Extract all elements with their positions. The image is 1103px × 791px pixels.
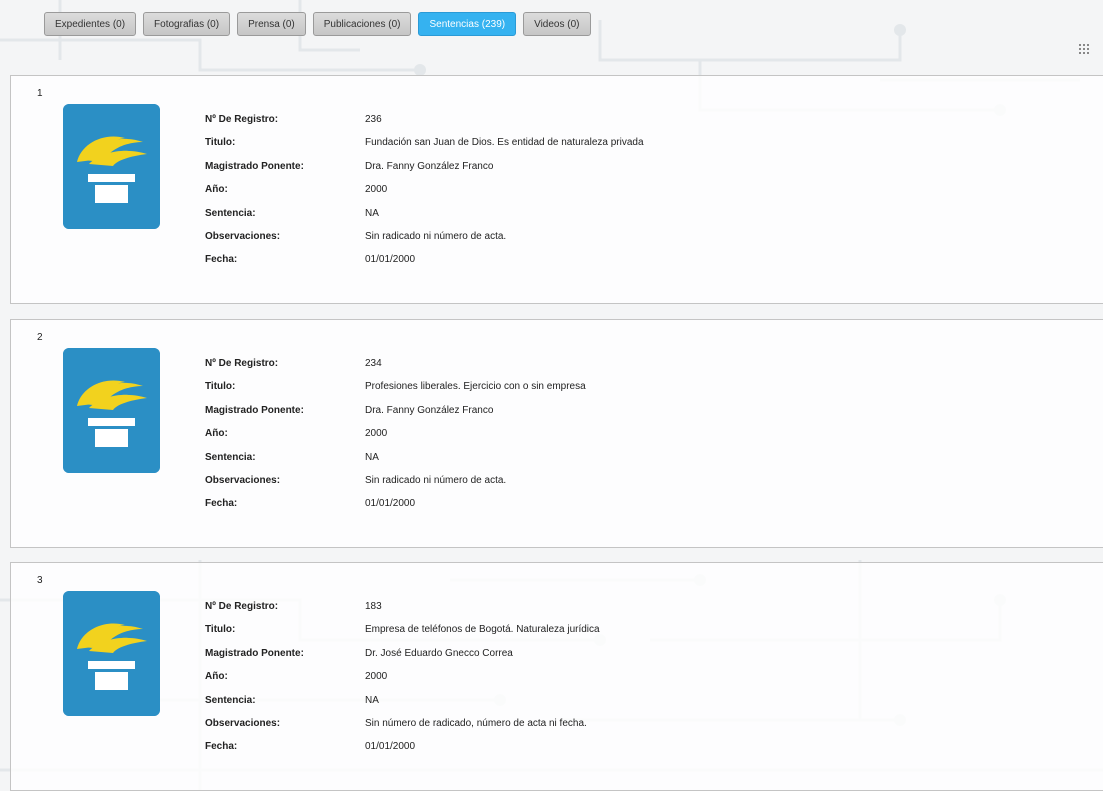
observaciones-value: Sin radicado ni número de acta. — [365, 230, 507, 242]
registro-label: Nº De Registro: — [205, 358, 279, 369]
sentencia-label: Sentencia: — [205, 207, 256, 219]
titulo-label: Titulo: — [205, 381, 236, 393]
fecha-label: Fecha: — [205, 498, 238, 510]
sentencia-label: Sentencia: — [205, 451, 256, 463]
anio-value: 2000 — [365, 428, 388, 440]
category-tabs: Expedientes (0) Fotografias (0) Prensa (… — [44, 12, 591, 36]
anio-value: 2000 — [365, 184, 388, 196]
tab-videos[interactable]: Videos (0) — [523, 12, 591, 36]
result-index: 2 — [37, 332, 43, 343]
observaciones-label: Observaciones: — [205, 474, 281, 486]
registro-value: 183 — [365, 601, 382, 612]
result-card[interactable]: 3 Nº De Registro: 183 Titulo: Empresa de t… — [10, 562, 1103, 791]
grid-view-icon[interactable] — [1079, 44, 1089, 54]
torch-logo-icon — [63, 591, 160, 716]
magistrado-value: Dra. Fanny González Franco — [365, 404, 494, 416]
torch-logo-icon — [63, 348, 160, 473]
anio-label: Año: — [205, 671, 228, 683]
registro-value: 236 — [365, 114, 382, 125]
registro-label: Nº De Registro: — [205, 601, 279, 612]
anio-label: Año: — [205, 184, 228, 196]
titulo-value[interactable]: Profesiones liberales. Ejercicio con o s… — [365, 375, 586, 398]
registro-label: Nº De Registro: — [205, 114, 279, 125]
result-index: 1 — [37, 88, 43, 99]
tab-prensa[interactable]: Prensa (0) — [237, 12, 306, 36]
titulo-label: Titulo: — [205, 137, 236, 149]
result-index: 3 — [37, 575, 43, 586]
fecha-label: Fecha: — [205, 741, 238, 753]
magistrado-value: Dr. José Eduardo Gnecco Correa — [365, 647, 513, 659]
result-card[interactable]: 2 Nº De Registro: 234 Titulo: Profesiones … — [10, 319, 1103, 548]
magistrado-value: Dra. Fanny González Franco — [365, 160, 494, 172]
tab-expedientes[interactable]: Expedientes (0) — [44, 12, 137, 36]
anio-value: 2000 — [365, 671, 388, 683]
titulo-label: Titulo: — [205, 624, 236, 636]
fecha-value: 01/01/2000 — [365, 254, 416, 266]
fecha-value: 01/01/2000 — [365, 498, 416, 510]
tab-publicaciones[interactable]: Publicaciones (0) — [312, 12, 412, 36]
observaciones-label: Observaciones: — [205, 230, 281, 242]
result-fields: Nº De Registro: 234 Titulo: Profesiones li… — [205, 352, 586, 516]
tab-sentencias[interactable]: Sentencias (239) — [418, 12, 517, 36]
titulo-value[interactable]: Empresa de teléfonos de Bogotá. Naturale… — [365, 618, 600, 641]
sentencia-value: NA — [365, 694, 379, 706]
sentencia-value: NA — [365, 451, 379, 463]
fecha-value: 01/01/2000 — [365, 741, 416, 753]
tab-fotografias[interactable]: Fotografias (0) — [143, 12, 231, 36]
sentencia-value: NA — [365, 207, 379, 219]
anio-label: Año: — [205, 428, 228, 440]
titulo-value[interactable]: Fundación san Juan de Dios. Es entidad d… — [365, 131, 644, 154]
magistrado-label: Magistrado Ponente: — [205, 647, 304, 659]
magistrado-label: Magistrado Ponente: — [205, 160, 304, 172]
fecha-label: Fecha: — [205, 254, 238, 266]
registro-value: 234 — [365, 358, 382, 369]
observaciones-value: Sin número de radicado, número de acta n… — [365, 717, 587, 729]
result-fields: Nº De Registro: 236 Titulo: Fundación san … — [205, 108, 644, 272]
observaciones-label: Observaciones: — [205, 717, 281, 729]
torch-logo-icon — [63, 104, 160, 229]
observaciones-value: Sin radicado ni número de acta. — [365, 474, 507, 486]
magistrado-label: Magistrado Ponente: — [205, 404, 304, 416]
result-fields: Nº De Registro: 183 Titulo: Empresa de tel… — [205, 595, 600, 759]
result-card[interactable]: 1 Nº De Registro: 236 Titulo: Fundación sa… — [10, 75, 1103, 304]
sentencia-label: Sentencia: — [205, 694, 256, 706]
